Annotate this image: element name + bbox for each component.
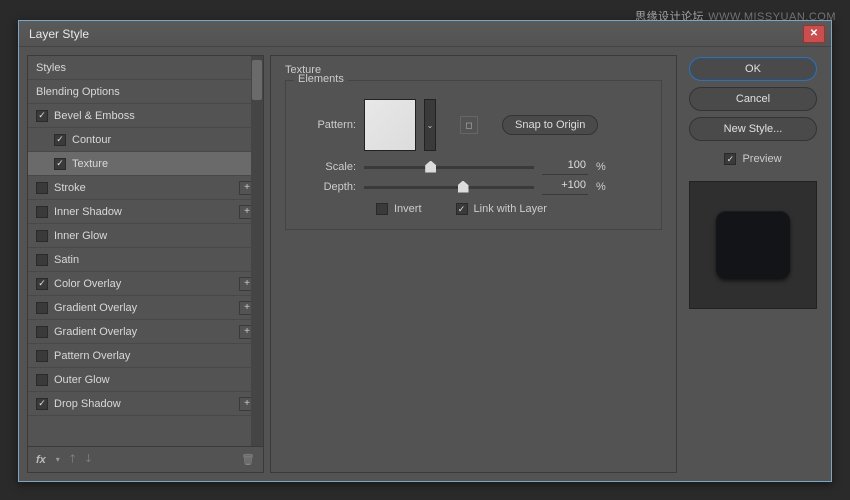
depth-slider[interactable] [364, 186, 534, 189]
scrollbar[interactable] [251, 56, 263, 446]
fx-dropdown-icon[interactable]: ▾ [56, 455, 60, 464]
layer-style-dialog: Layer Style ✕ Styles Blending Options Beve… [18, 20, 832, 482]
sidebar-item-drop-shadow[interactable]: Drop Shadow+ [28, 392, 263, 416]
fx-icon[interactable]: fx [36, 454, 46, 466]
style-label: Styles [36, 62, 255, 74]
sidebar-item-contour[interactable]: Contour [28, 128, 263, 152]
style-label: Outer Glow [54, 374, 255, 386]
scale-value[interactable]: 100 [542, 159, 588, 175]
sidebar-item-pattern-overlay[interactable]: Pattern Overlay [28, 344, 263, 368]
new-preset-icon[interactable]: ◻ [460, 116, 478, 134]
sidebar-footer: fx ▾ 🡑 🡓 🗑 [27, 447, 264, 473]
sidebar-item-texture[interactable]: Texture [28, 152, 263, 176]
style-checkbox[interactable] [36, 230, 48, 242]
style-label: Texture [72, 158, 255, 170]
style-checkbox[interactable] [36, 350, 48, 362]
fieldset-legend: Elements [294, 73, 348, 85]
new-style-button[interactable]: New Style... [689, 117, 817, 141]
scroll-thumb[interactable] [252, 60, 262, 100]
style-label: Stroke [54, 182, 233, 194]
preview-label: Preview [742, 153, 781, 165]
depth-value[interactable]: +100 [542, 179, 588, 195]
style-checkbox[interactable] [54, 134, 66, 146]
style-checkbox[interactable] [36, 278, 48, 290]
styles-sidebar: Styles Blending Options Bevel & Emboss Cont… [27, 55, 264, 473]
sidebar-item-color-overlay[interactable]: Color Overlay+ [28, 272, 263, 296]
sidebar-item-inner-glow[interactable]: Inner Glow [28, 224, 263, 248]
sidebar-item-stroke[interactable]: Stroke+ [28, 176, 263, 200]
sidebar-item-satin[interactable]: Satin [28, 248, 263, 272]
cancel-button[interactable]: Cancel [689, 87, 817, 111]
style-label: Inner Glow [54, 230, 255, 242]
right-column: OK Cancel New Style... Preview [683, 55, 823, 473]
move-up-icon[interactable]: 🡑 [70, 450, 76, 469]
settings-panel: Texture Elements Pattern: ⌄ ◻ Snap to Or… [270, 55, 677, 473]
invert-checkbox[interactable] [376, 203, 388, 215]
style-checkbox[interactable] [36, 374, 48, 386]
style-checkbox[interactable] [36, 206, 48, 218]
link-with-layer-label: Link with Layer [474, 203, 547, 215]
style-label: Bevel & Emboss [54, 110, 255, 122]
ok-button[interactable]: OK [689, 57, 817, 81]
style-label: Satin [54, 254, 255, 266]
style-list: Styles Blending Options Bevel & Emboss Cont… [27, 55, 264, 447]
dialog-title: Layer Style [29, 27, 803, 41]
preview-swatch [716, 211, 790, 279]
style-checkbox[interactable] [36, 182, 48, 194]
style-label: Blending Options [36, 86, 255, 98]
depth-thumb[interactable] [458, 181, 469, 193]
style-checkbox[interactable] [54, 158, 66, 170]
trash-icon[interactable]: 🗑 [241, 453, 255, 466]
sidebar-item-styles[interactable]: Styles [28, 56, 263, 80]
style-label: Gradient Overlay [54, 302, 233, 314]
style-checkbox[interactable] [36, 110, 48, 122]
style-label: Contour [72, 134, 255, 146]
sidebar-item-gradient-overlay[interactable]: Gradient Overlay+ [28, 296, 263, 320]
sidebar-item-inner-shadow[interactable]: Inner Shadow+ [28, 200, 263, 224]
snap-to-origin-button[interactable]: Snap to Origin [502, 115, 598, 135]
preview-box [689, 181, 817, 309]
link-with-layer-checkbox[interactable] [456, 203, 468, 215]
scale-label: Scale: [300, 161, 356, 173]
sidebar-item-blending-options[interactable]: Blending Options [28, 80, 263, 104]
style-label: Inner Shadow [54, 206, 233, 218]
style-label: Gradient Overlay [54, 326, 233, 338]
style-label: Color Overlay [54, 278, 233, 290]
preview-checkbox[interactable] [724, 153, 736, 165]
pattern-label: Pattern: [300, 119, 356, 131]
style-label: Pattern Overlay [54, 350, 255, 362]
sidebar-item-outer-glow[interactable]: Outer Glow [28, 368, 263, 392]
pattern-swatch[interactable] [364, 99, 416, 151]
scale-unit: % [596, 161, 606, 173]
elements-fieldset: Elements Pattern: ⌄ ◻ Snap to Origin Sca… [285, 80, 662, 230]
scale-slider[interactable] [364, 166, 534, 169]
invert-label: Invert [394, 203, 422, 215]
scale-thumb[interactable] [425, 161, 436, 173]
sidebar-item-bevel-emboss[interactable]: Bevel & Emboss [28, 104, 263, 128]
sidebar-item-gradient-overlay[interactable]: Gradient Overlay+ [28, 320, 263, 344]
style-checkbox[interactable] [36, 302, 48, 314]
depth-label: Depth: [300, 181, 356, 193]
move-down-icon[interactable]: 🡓 [86, 450, 92, 469]
style-checkbox[interactable] [36, 326, 48, 338]
style-checkbox[interactable] [36, 254, 48, 266]
pattern-dropdown-icon[interactable]: ⌄ [424, 99, 436, 151]
close-button[interactable]: ✕ [803, 25, 825, 43]
titlebar[interactable]: Layer Style ✕ [19, 21, 831, 47]
style-label: Drop Shadow [54, 398, 233, 410]
depth-unit: % [596, 181, 606, 193]
style-checkbox[interactable] [36, 398, 48, 410]
